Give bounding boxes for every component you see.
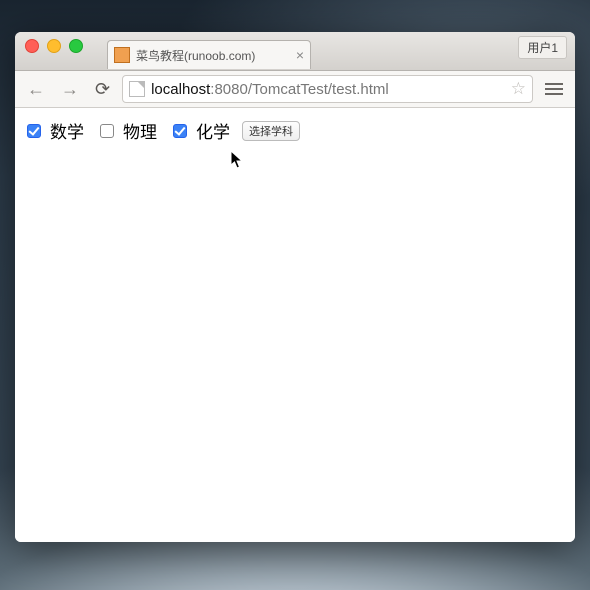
user-profile-chip[interactable]: 用户1 — [518, 36, 567, 59]
forward-button[interactable]: → — [57, 78, 83, 100]
window-controls — [15, 32, 93, 60]
minimize-window-button[interactable] — [47, 39, 61, 53]
back-button[interactable]: ← — [23, 78, 49, 100]
label-chemistry: 化学 — [196, 118, 230, 143]
favicon-icon — [114, 47, 130, 63]
tab-title: 菜鸟教程(runoob.com) — [136, 47, 290, 64]
bookmark-star-icon[interactable]: ☆ — [511, 79, 526, 99]
close-window-button[interactable] — [25, 39, 39, 53]
address-bar[interactable]: localhost:8080/TomcatTest/test.html ☆ — [122, 75, 533, 103]
url-text: localhost:8080/TomcatTest/test.html — [151, 81, 389, 98]
toolbar: ← → ⟳ localhost:8080/TomcatTest/test.htm… — [15, 71, 575, 108]
menu-button[interactable] — [541, 79, 567, 99]
maximize-window-button[interactable] — [69, 39, 83, 53]
label-math: 数学 — [50, 118, 84, 143]
checkbox-math[interactable] — [27, 124, 41, 138]
select-subject-button[interactable]: 选择学科 — [242, 121, 300, 141]
subject-form-row: 数学 物理 化学 选择学科 — [23, 118, 567, 143]
page-icon — [129, 81, 145, 97]
reload-button[interactable]: ⟳ — [91, 78, 114, 100]
page-content: 数学 物理 化学 选择学科 — [15, 108, 575, 542]
browser-window: 菜鸟教程(runoob.com) × 用户1 ← → ⟳ localhost:8… — [15, 32, 575, 542]
checkbox-chemistry[interactable] — [173, 124, 187, 138]
checkbox-physics[interactable] — [100, 124, 114, 138]
label-physics: 物理 — [123, 118, 157, 143]
titlebar: 菜鸟教程(runoob.com) × 用户1 — [15, 32, 575, 71]
tab-close-button[interactable]: × — [296, 48, 304, 62]
browser-tab[interactable]: 菜鸟教程(runoob.com) × — [107, 40, 311, 69]
